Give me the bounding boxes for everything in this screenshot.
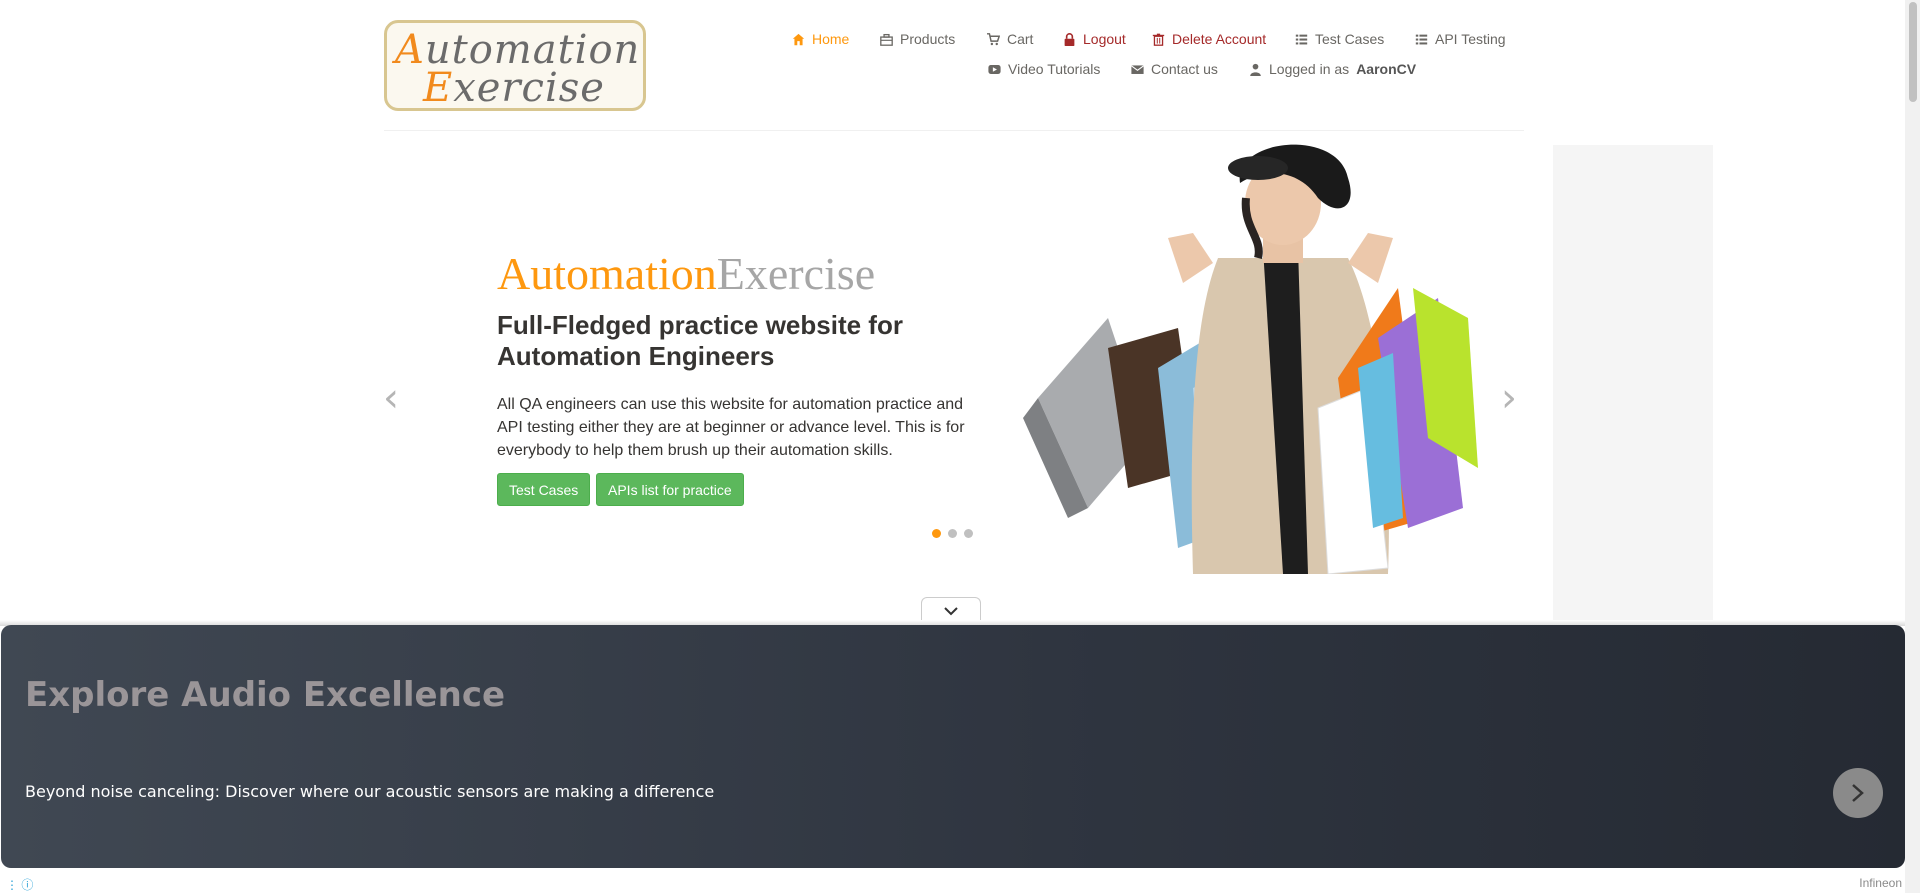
slider-dot[interactable] (964, 529, 973, 538)
slider-description: All QA engineers can use this website fo… (497, 396, 965, 459)
logo-letter-e: E (423, 65, 454, 111)
list-icon (1295, 34, 1308, 44)
trash-icon (1152, 33, 1165, 46)
nav-test-cases[interactable]: Test Cases (1295, 31, 1384, 47)
nav-test-cases-label: Test Cases (1315, 31, 1385, 47)
youtube-icon (988, 64, 1001, 74)
banner-text: Beyond noise canceling: Discover where o… (25, 782, 715, 801)
nav-logout[interactable]: Logout (1063, 31, 1126, 47)
test-cases-button[interactable]: Test Cases (497, 473, 591, 506)
slider-indicators (932, 529, 973, 538)
model-shopping-bags-image (1023, 144, 1478, 574)
products-icon (880, 33, 893, 46)
logo-letter-a: A (395, 27, 425, 73)
slider-heading: Full-Fledged practice website for Automa… (497, 310, 903, 371)
nav-contact-us-label: Contact us (1151, 61, 1218, 77)
nav-products-label: Products (900, 31, 956, 47)
cart-icon (987, 32, 1000, 45)
nav-cart[interactable]: Cart (987, 31, 1033, 47)
chevron-down-icon (944, 607, 958, 616)
slider-dot[interactable] (932, 529, 941, 538)
banner-title: Explore Audio Excellence (25, 675, 506, 715)
nav-delete-account-label: Delete Account (1172, 31, 1267, 47)
slider-prev-button[interactable]: ‹ (383, 375, 399, 421)
home-icon (792, 33, 805, 45)
logged-in-username: AaronCV (1356, 61, 1417, 77)
ad-footer-bar (0, 872, 1905, 893)
scrollbar-thumb[interactable] (1909, 2, 1917, 102)
nav-home[interactable]: Home (792, 31, 849, 47)
lock-icon (1064, 32, 1075, 46)
apis-list-button[interactable]: APIs list for practice (596, 473, 744, 506)
header-divider (384, 130, 1524, 131)
logged-in-label: Logged in as (1269, 61, 1350, 77)
nav-delete-account[interactable]: Delete Account (1152, 31, 1266, 47)
envelope-icon (1131, 64, 1144, 74)
nav-products[interactable]: Products (880, 31, 955, 47)
nav-api-testing-label: API Testing (1435, 31, 1506, 47)
slider-title: AutomationExercise (497, 247, 875, 300)
nav-video-tutorials-label: Video Tutorials (1008, 61, 1101, 77)
slider-dot[interactable] (948, 529, 957, 538)
ad-info-icon[interactable]: ⋮ ⓘ (6, 876, 33, 893)
nav-cart-label: Cart (1007, 31, 1034, 47)
list-icon (1415, 34, 1428, 44)
slider-title-automation: Automation (497, 248, 717, 299)
nav-home-label: Home (812, 31, 850, 47)
page-scrollbar[interactable] (1905, 0, 1920, 893)
ad-brand-label: Infineon (1859, 876, 1902, 890)
logo-text-exercise: xercise (453, 65, 605, 111)
user-icon (1250, 63, 1261, 76)
nav-logout-label: Logout (1083, 31, 1126, 47)
slider-title-exercise: Exercise (716, 248, 876, 299)
nav-contact-us[interactable]: Contact us (1131, 61, 1218, 77)
audio-ad-banner[interactable]: Explore Audio Excellence Beyond noise ca… (1, 625, 1905, 868)
chevron-right-icon (1852, 784, 1864, 802)
banner-next-button[interactable] (1833, 768, 1883, 818)
nav-api-testing[interactable]: API Testing (1415, 31, 1506, 47)
site-logo[interactable]: Automation Exercise (384, 20, 646, 111)
nav-logged-in-user[interactable]: Logged in as AaronCV (1249, 61, 1416, 77)
nav-video-tutorials[interactable]: Video Tutorials (988, 61, 1100, 77)
